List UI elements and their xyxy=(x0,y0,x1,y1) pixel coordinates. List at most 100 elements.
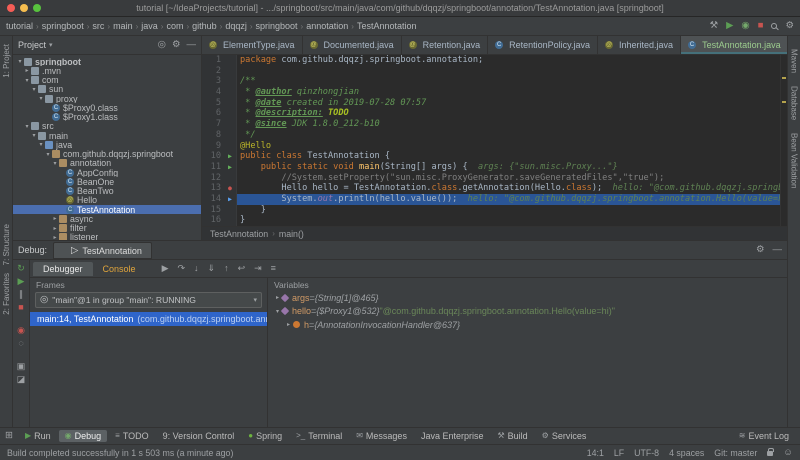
breadcrumb-item-github[interactable]: github xyxy=(192,21,217,31)
breadcrumb-item-main[interactable]: main xyxy=(113,21,133,31)
tree-item-hello[interactable]: Hello xyxy=(13,196,201,205)
tree-item-filter[interactable]: ▸filter xyxy=(13,224,201,233)
editor-tab-inherited-java[interactable]: Inherited.java xyxy=(598,36,681,54)
variable-row-args[interactable]: ▸args = {String[1]@465} xyxy=(268,291,787,305)
toolwindow-button-event-log[interactable]: ≋Event Log xyxy=(733,430,795,442)
code-line-6[interactable]: 6 * @description: TODO xyxy=(202,108,787,119)
code-line-3[interactable]: 3/** xyxy=(202,76,787,87)
status-lf[interactable]: LF xyxy=(614,448,624,458)
evaluate-icon[interactable]: ≡ xyxy=(271,264,276,273)
toolwindow-button-7-structure[interactable]: 7: Structure xyxy=(2,224,11,265)
settings-icon[interactable]: ⚙ xyxy=(756,245,765,255)
force-step-into-icon[interactable]: ⇓ xyxy=(208,264,216,273)
breadcrumb-item-springboot[interactable]: springboot xyxy=(42,21,84,31)
run-gutter-icon[interactable]: ▶ xyxy=(224,162,237,173)
tree-item-springboot[interactable]: ▾springboot xyxy=(13,57,201,66)
toolwindow-button-run[interactable]: ▶Run xyxy=(19,430,57,442)
tree-item-testannotation[interactable]: TestAnnotation xyxy=(13,205,201,214)
gutter[interactable] xyxy=(224,141,237,152)
tree-item-main[interactable]: ▾main xyxy=(13,131,201,140)
drop-frame-icon[interactable]: ↩ xyxy=(238,264,246,273)
fullscreen-window-button[interactable] xyxy=(33,4,41,12)
stack-frame[interactable]: main:14, TestAnnotation(com.github.dqqzj… xyxy=(30,312,267,326)
hammer-icon[interactable]: ⚒ xyxy=(710,21,719,31)
hide-icon[interactable]: — xyxy=(187,40,197,50)
tree-item-src[interactable]: ▾src xyxy=(13,122,201,131)
tree-item-listener[interactable]: ▸listener xyxy=(13,233,201,240)
locate-icon[interactable]: ◎ xyxy=(158,40,166,50)
editor-breadcrumb-item[interactable]: main() xyxy=(279,229,304,239)
toolwindow-button-2-favorites[interactable]: 2: Favorites xyxy=(2,273,11,315)
toolwindow-button-debug[interactable]: ◉Debug xyxy=(59,430,108,442)
code-line-1[interactable]: 1package com.github.dqqzj.springboot.ann… xyxy=(202,55,787,66)
editor-tab-testannotation-java[interactable]: TestAnnotation.java xyxy=(681,36,787,54)
tree-item-com-github-dqqzj-springboot[interactable]: ▾com.github.dqqzj.springboot xyxy=(13,150,201,159)
gutter[interactable] xyxy=(224,55,237,66)
code-line-13[interactable]: 13● Hello hello = TestAnnotation.class.g… xyxy=(202,183,787,194)
toolwindow-button-java-enterprise[interactable]: Java Enterprise xyxy=(415,430,490,442)
expand-arrow-icon[interactable]: ▸ xyxy=(51,215,59,222)
pin-icon[interactable]: ◪ xyxy=(17,375,26,388)
toolwindow-button-9-version-control[interactable]: 9: Version Control xyxy=(157,430,241,442)
code-line-5[interactable]: 5 * @date created in 2019-07-28 07:57 xyxy=(202,98,787,109)
breakpoint-icon[interactable]: ● xyxy=(224,183,237,194)
expand-arrow-icon[interactable]: ▸ xyxy=(51,225,59,232)
breadcrumb-item-tutorial[interactable]: tutorial xyxy=(6,21,33,31)
breadcrumb-item-annotation[interactable]: annotation xyxy=(306,21,348,31)
toolwindow-button-spring[interactable]: ●Spring xyxy=(242,430,288,442)
toolwindow-button-todo[interactable]: ≡TODO xyxy=(109,430,155,442)
code-line-11[interactable]: 11▶ public static void main(String[] arg… xyxy=(202,162,787,173)
expand-arrow-icon[interactable]: ▾ xyxy=(44,151,52,158)
expand-arrow-icon[interactable]: ▾ xyxy=(30,132,38,139)
error-stripe[interactable] xyxy=(780,55,787,226)
minimize-window-button[interactable] xyxy=(20,4,28,12)
breadcrumb-item-testannotation[interactable]: TestAnnotation xyxy=(357,21,417,31)
tree-item-java[interactable]: ▾java xyxy=(13,140,201,149)
code-line-2[interactable]: 2 xyxy=(202,66,787,77)
chevron-down-icon[interactable]: ▾ xyxy=(49,41,53,49)
execution-point-icon[interactable]: ▶ xyxy=(224,194,237,205)
expand-arrow-icon[interactable]: ▾ xyxy=(37,141,45,148)
tree-item-proxy1-class[interactable]: $Proxy1.class xyxy=(13,113,201,122)
breadcrumb-item-dqqzj[interactable]: dqqzj xyxy=(225,21,247,31)
step-over-icon[interactable]: ↷ xyxy=(177,264,185,273)
warning-mark[interactable] xyxy=(782,77,786,79)
gutter[interactable] xyxy=(224,76,237,87)
tree-item-async[interactable]: ▸async xyxy=(13,214,201,223)
run-gutter-icon[interactable]: ▶ xyxy=(224,151,237,162)
gutter[interactable] xyxy=(224,87,237,98)
step-into-icon[interactable]: ↓ xyxy=(194,264,199,273)
warning-mark[interactable] xyxy=(782,101,786,103)
code-line-16[interactable]: 16} xyxy=(202,215,787,226)
toolwindow-button-1-project[interactable]: 1: Project xyxy=(2,44,11,78)
variable-row-h[interactable]: ▸h = {AnnotationInvocationHandler@637} xyxy=(268,318,787,332)
toolwindow-button-database[interactable]: Database xyxy=(790,86,799,120)
settings-icon[interactable]: ⚙ xyxy=(172,40,181,50)
code-line-14[interactable]: 14▶ System.out.println(hello.value()); h… xyxy=(202,194,787,205)
settings-icon[interactable]: ⚙ xyxy=(785,21,794,31)
gutter[interactable] xyxy=(224,173,237,184)
code-line-8[interactable]: 8 */ xyxy=(202,130,787,141)
editor-breadcrumb-item[interactable]: TestAnnotation xyxy=(210,229,268,239)
status-14-1[interactable]: 14:1 xyxy=(587,448,604,458)
editor-tab-retentionpolicy-java[interactable]: RetentionPolicy.java xyxy=(488,36,598,54)
code-line-12[interactable]: 12 //System.setProperty("sun.misc.ProxyG… xyxy=(202,173,787,184)
debug-tab-debugger[interactable]: Debugger xyxy=(33,262,93,276)
tree-item-proxy[interactable]: ▾proxy xyxy=(13,94,201,103)
code-line-9[interactable]: 9@Hello xyxy=(202,141,787,152)
run-to-cursor-icon[interactable]: ⇥ xyxy=(254,264,262,273)
code-line-7[interactable]: 7 * @since JDK 1.8.0_212-b10 xyxy=(202,119,787,130)
gutter[interactable] xyxy=(224,215,237,226)
debug-tab-console[interactable]: Console xyxy=(93,262,146,276)
expand-arrow-icon[interactable]: ▾ xyxy=(37,95,45,102)
stop-icon[interactable]: ■ xyxy=(18,303,23,316)
debug-session-tab[interactable]: ▷ TestAnnotation xyxy=(53,242,152,259)
variable-row-hello[interactable]: ▾hello = {$Proxy1@532} "@com.github.dqqz… xyxy=(268,305,787,319)
gutter[interactable] xyxy=(224,119,237,130)
editor-tab-elementtype-java[interactable]: ElementType.java xyxy=(202,36,303,54)
toolwindow-button-build[interactable]: ⚒Build xyxy=(491,430,533,442)
code-editor[interactable]: 1package com.github.dqqzj.springboot.ann… xyxy=(202,55,787,226)
toolwindow-button-services[interactable]: ⚙Services xyxy=(536,430,593,442)
expand-arrow-icon[interactable]: ▾ xyxy=(51,160,59,167)
gutter[interactable] xyxy=(224,130,237,141)
